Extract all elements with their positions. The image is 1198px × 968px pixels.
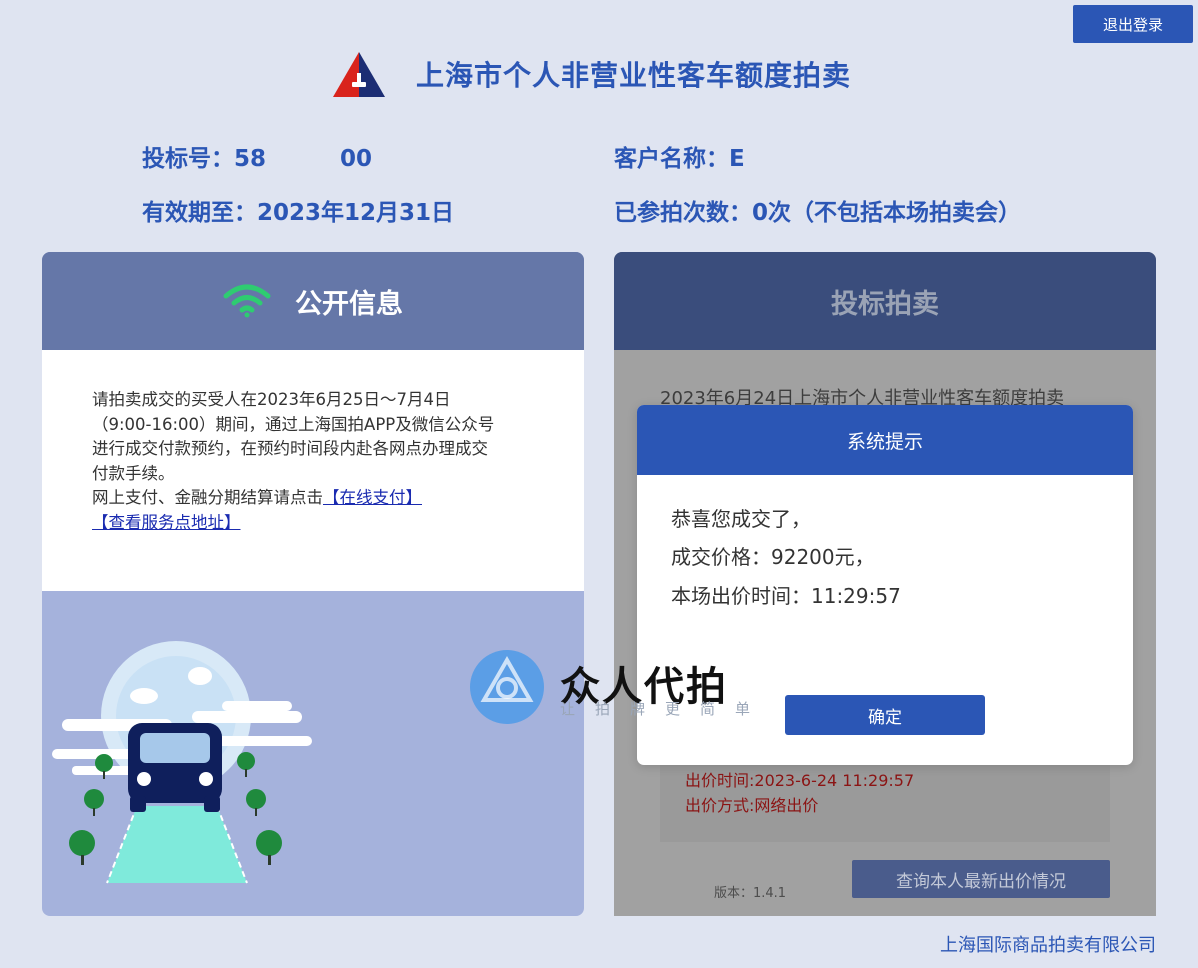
dialog-title: 系统提示 bbox=[637, 405, 1133, 475]
car-road-illustration bbox=[52, 641, 312, 884]
bid-time: 出价时间:2023-6-24 11:29:57 bbox=[685, 771, 915, 790]
footer-company: 上海国际商品拍卖有限公司 bbox=[940, 935, 1156, 956]
dialog-message-price: 成交价格：92200元， bbox=[671, 545, 875, 569]
valid-until: 有效期至：2023年12月31日 bbox=[142, 200, 455, 226]
dialog-message-congrats: 恭喜您成交了， bbox=[671, 507, 811, 531]
public-info-title: 公开信息 bbox=[295, 288, 403, 320]
dialog-message-time: 本场出价时间：11:29:57 bbox=[671, 584, 901, 608]
auction-logo-icon bbox=[333, 52, 385, 97]
bid-method: 出价方式:网络出价 bbox=[685, 796, 819, 815]
bid-number: 投标号：58 00 bbox=[142, 146, 373, 172]
payment-line: 网上支付、金融分期结算请点击【在线支付】 bbox=[92, 486, 532, 511]
watermark-slogan: 让拍牌更简单 bbox=[560, 700, 771, 718]
online-pay-link[interactable]: 【在线支付】 bbox=[323, 488, 422, 507]
notice-line: 请拍卖成交的买受人在2023年6月25日～7月4日 bbox=[92, 390, 451, 409]
customer-name: 客户名称：E bbox=[614, 146, 745, 172]
public-info-panel: 公开信息 请拍卖成交的买受人在2023年6月25日～7月4日 （9:00-16:… bbox=[42, 252, 584, 916]
page-header: 上海市个人非营业性客车额度拍卖 bbox=[330, 44, 851, 104]
notice-line: 付款手续。 bbox=[92, 463, 175, 483]
query-latest-bid-button[interactable]: 查询本人最新出价情况 bbox=[852, 860, 1110, 898]
confirm-button[interactable]: 确定 bbox=[785, 695, 985, 735]
watermark-logo-icon bbox=[470, 650, 544, 724]
wifi-icon bbox=[223, 284, 271, 318]
notice-line: 进行成交付款预约，在预约时间段内赴各网点办理成交 bbox=[92, 439, 488, 458]
payment-prefix: 网上支付、金融分期结算请点击 bbox=[92, 488, 323, 507]
public-info-header: 公开信息 bbox=[42, 252, 584, 350]
bidding-header: 投标拍卖 bbox=[614, 252, 1156, 350]
logout-button[interactable]: 退出登录 bbox=[1073, 5, 1193, 43]
page-title: 上海市个人非营业性客车额度拍卖 bbox=[416, 59, 852, 92]
version-label: 版本：1.4.1 bbox=[714, 886, 787, 901]
notice-line: （9:00-16:00）期间，通过上海国拍APP及微信公众号 bbox=[92, 414, 495, 434]
watermark: 众人代拍 让拍牌更简单 bbox=[468, 648, 768, 728]
public-info-body: 请拍卖成交的买受人在2023年6月25日～7月4日 （9:00-16:00）期间… bbox=[42, 350, 584, 591]
service-address-link[interactable]: 【查看服务点地址】 bbox=[92, 513, 241, 532]
auction-count: 已参拍次数：0次（不包括本场拍卖会） bbox=[614, 200, 1022, 226]
